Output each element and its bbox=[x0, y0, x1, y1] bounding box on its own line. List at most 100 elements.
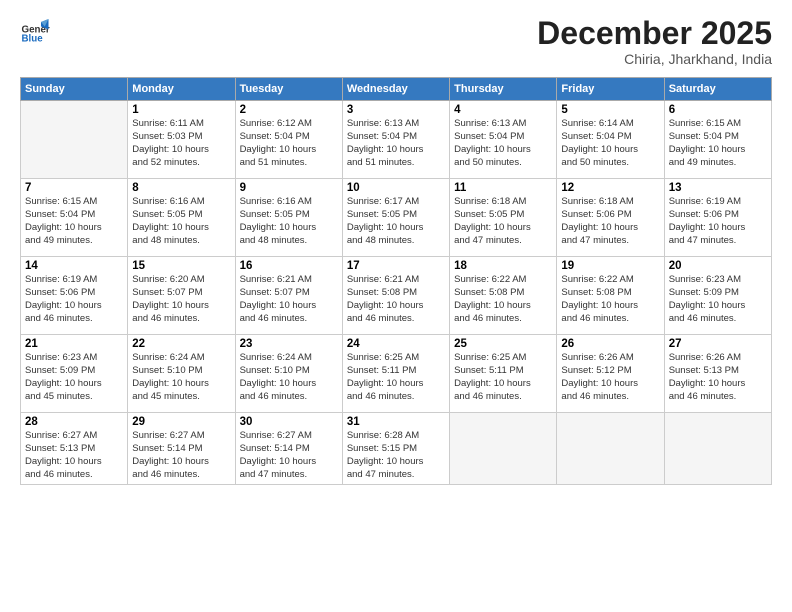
calendar-cell: 6 Sunrise: 6:15 AM Sunset: 5:04 PM Daylig… bbox=[664, 101, 771, 179]
days-header-row: SundayMondayTuesdayWednesdayThursdayFrid… bbox=[21, 78, 772, 101]
calendar-cell: 15Sunrise: 6:20 AM Sunset: 5:07 PM Dayli… bbox=[128, 257, 235, 335]
day-info: Sunrise: 6:27 AM Sunset: 5:13 PM Dayligh… bbox=[25, 430, 123, 481]
day-info: Sunrise: 6:25 AM Sunset: 5:11 PM Dayligh… bbox=[454, 352, 552, 403]
day-number: 5 bbox=[561, 104, 659, 116]
day-info: Sunrise: 6:14 AM Sunset: 5:04 PM Dayligh… bbox=[561, 118, 659, 169]
day-info: Sunrise: 6:19 AM Sunset: 5:06 PM Dayligh… bbox=[669, 196, 767, 247]
day-number: 4 bbox=[454, 104, 552, 116]
calendar-cell: 9 Sunrise: 6:16 AM Sunset: 5:05 PM Daylig… bbox=[235, 179, 342, 257]
page-header: General Blue December 2025 Chiria, Jhark… bbox=[20, 16, 772, 67]
day-number: 20 bbox=[669, 260, 767, 272]
calendar-cell: 16Sunrise: 6:21 AM Sunset: 5:07 PM Dayli… bbox=[235, 257, 342, 335]
day-info: Sunrise: 6:22 AM Sunset: 5:08 PM Dayligh… bbox=[454, 274, 552, 325]
calendar-cell: 14Sunrise: 6:19 AM Sunset: 5:06 PM Dayli… bbox=[21, 257, 128, 335]
day-number: 31 bbox=[347, 416, 445, 428]
day-header-tuesday: Tuesday bbox=[235, 78, 342, 101]
week-row-2: 7 Sunrise: 6:15 AM Sunset: 5:04 PM Daylig… bbox=[21, 179, 772, 257]
day-number: 9 bbox=[240, 182, 338, 194]
day-header-saturday: Saturday bbox=[664, 78, 771, 101]
day-info: Sunrise: 6:25 AM Sunset: 5:11 PM Dayligh… bbox=[347, 352, 445, 403]
day-info: Sunrise: 6:26 AM Sunset: 5:12 PM Dayligh… bbox=[561, 352, 659, 403]
calendar-cell: 27 Sunrise: 6:26 AM Sunset: 5:13 PM Dayli… bbox=[664, 335, 771, 413]
calendar-cell: 4 Sunrise: 6:13 AM Sunset: 5:04 PM Daylig… bbox=[450, 101, 557, 179]
day-number: 18 bbox=[454, 260, 552, 272]
day-info: Sunrise: 6:19 AM Sunset: 5:06 PM Dayligh… bbox=[25, 274, 123, 325]
day-number: 25 bbox=[454, 338, 552, 350]
calendar-cell: 18 Sunrise: 6:22 AM Sunset: 5:08 PM Dayli… bbox=[450, 257, 557, 335]
calendar-cell bbox=[557, 413, 664, 485]
day-info: Sunrise: 6:28 AM Sunset: 5:15 PM Dayligh… bbox=[347, 430, 445, 481]
day-info: Sunrise: 6:15 AM Sunset: 5:04 PM Dayligh… bbox=[25, 196, 123, 247]
calendar-cell: 8Sunrise: 6:16 AM Sunset: 5:05 PM Daylig… bbox=[128, 179, 235, 257]
calendar-cell bbox=[664, 413, 771, 485]
logo-icon: General Blue bbox=[20, 16, 50, 46]
week-row-3: 14Sunrise: 6:19 AM Sunset: 5:06 PM Dayli… bbox=[21, 257, 772, 335]
svg-text:Blue: Blue bbox=[22, 34, 44, 45]
day-info: Sunrise: 6:24 AM Sunset: 5:10 PM Dayligh… bbox=[132, 352, 230, 403]
day-number: 30 bbox=[240, 416, 338, 428]
week-row-1: 1 Sunrise: 6:11 AM Sunset: 5:03 PM Daylig… bbox=[21, 101, 772, 179]
title-block: December 2025 Chiria, Jharkhand, India bbox=[537, 16, 772, 67]
calendar-cell: 23Sunrise: 6:24 AM Sunset: 5:10 PM Dayli… bbox=[235, 335, 342, 413]
day-info: Sunrise: 6:15 AM Sunset: 5:04 PM Dayligh… bbox=[669, 118, 767, 169]
day-info: Sunrise: 6:13 AM Sunset: 5:04 PM Dayligh… bbox=[347, 118, 445, 169]
day-number: 11 bbox=[454, 182, 552, 194]
day-number: 16 bbox=[240, 260, 338, 272]
day-info: Sunrise: 6:16 AM Sunset: 5:05 PM Dayligh… bbox=[132, 196, 230, 247]
week-row-4: 21Sunrise: 6:23 AM Sunset: 5:09 PM Dayli… bbox=[21, 335, 772, 413]
location-subtitle: Chiria, Jharkhand, India bbox=[537, 51, 772, 67]
day-info: Sunrise: 6:23 AM Sunset: 5:09 PM Dayligh… bbox=[669, 274, 767, 325]
day-info: Sunrise: 6:27 AM Sunset: 5:14 PM Dayligh… bbox=[132, 430, 230, 481]
day-number: 6 bbox=[669, 104, 767, 116]
day-header-monday: Monday bbox=[128, 78, 235, 101]
logo: General Blue bbox=[20, 16, 54, 46]
day-number: 1 bbox=[132, 104, 230, 116]
calendar-cell: 13 Sunrise: 6:19 AM Sunset: 5:06 PM Dayli… bbox=[664, 179, 771, 257]
calendar-cell: 29Sunrise: 6:27 AM Sunset: 5:14 PM Dayli… bbox=[128, 413, 235, 485]
day-info: Sunrise: 6:26 AM Sunset: 5:13 PM Dayligh… bbox=[669, 352, 767, 403]
calendar-cell: 19 Sunrise: 6:22 AM Sunset: 5:08 PM Dayli… bbox=[557, 257, 664, 335]
calendar-table: SundayMondayTuesdayWednesdayThursdayFrid… bbox=[20, 77, 772, 485]
day-number: 13 bbox=[669, 182, 767, 194]
day-number: 27 bbox=[669, 338, 767, 350]
day-number: 3 bbox=[347, 104, 445, 116]
day-info: Sunrise: 6:18 AM Sunset: 5:06 PM Dayligh… bbox=[561, 196, 659, 247]
day-info: Sunrise: 6:18 AM Sunset: 5:05 PM Dayligh… bbox=[454, 196, 552, 247]
calendar-cell: 11 Sunrise: 6:18 AM Sunset: 5:05 PM Dayli… bbox=[450, 179, 557, 257]
calendar-cell: 22 Sunrise: 6:24 AM Sunset: 5:10 PM Dayli… bbox=[128, 335, 235, 413]
day-number: 17 bbox=[347, 260, 445, 272]
day-header-thursday: Thursday bbox=[450, 78, 557, 101]
day-header-friday: Friday bbox=[557, 78, 664, 101]
calendar-cell: 25 Sunrise: 6:25 AM Sunset: 5:11 PM Dayli… bbox=[450, 335, 557, 413]
day-number: 22 bbox=[132, 338, 230, 350]
day-number: 10 bbox=[347, 182, 445, 194]
day-number: 24 bbox=[347, 338, 445, 350]
day-info: Sunrise: 6:22 AM Sunset: 5:08 PM Dayligh… bbox=[561, 274, 659, 325]
calendar-cell: 24 Sunrise: 6:25 AM Sunset: 5:11 PM Dayli… bbox=[342, 335, 449, 413]
day-header-sunday: Sunday bbox=[21, 78, 128, 101]
month-title: December 2025 bbox=[537, 16, 772, 51]
calendar-cell: 7 Sunrise: 6:15 AM Sunset: 5:04 PM Daylig… bbox=[21, 179, 128, 257]
day-number: 7 bbox=[25, 182, 123, 194]
day-info: Sunrise: 6:21 AM Sunset: 5:08 PM Dayligh… bbox=[347, 274, 445, 325]
day-info: Sunrise: 6:13 AM Sunset: 5:04 PM Dayligh… bbox=[454, 118, 552, 169]
day-info: Sunrise: 6:17 AM Sunset: 5:05 PM Dayligh… bbox=[347, 196, 445, 247]
calendar-cell: 5 Sunrise: 6:14 AM Sunset: 5:04 PM Daylig… bbox=[557, 101, 664, 179]
day-number: 23 bbox=[240, 338, 338, 350]
day-info: Sunrise: 6:11 AM Sunset: 5:03 PM Dayligh… bbox=[132, 118, 230, 169]
calendar-cell: 2Sunrise: 6:12 AM Sunset: 5:04 PM Daylig… bbox=[235, 101, 342, 179]
calendar-cell: 20 Sunrise: 6:23 AM Sunset: 5:09 PM Dayli… bbox=[664, 257, 771, 335]
day-info: Sunrise: 6:27 AM Sunset: 5:14 PM Dayligh… bbox=[240, 430, 338, 481]
calendar-cell: 1 Sunrise: 6:11 AM Sunset: 5:03 PM Daylig… bbox=[128, 101, 235, 179]
day-number: 28 bbox=[25, 416, 123, 428]
calendar-cell: 21Sunrise: 6:23 AM Sunset: 5:09 PM Dayli… bbox=[21, 335, 128, 413]
day-info: Sunrise: 6:16 AM Sunset: 5:05 PM Dayligh… bbox=[240, 196, 338, 247]
calendar-cell: 17 Sunrise: 6:21 AM Sunset: 5:08 PM Dayli… bbox=[342, 257, 449, 335]
calendar-cell: 28 Sunrise: 6:27 AM Sunset: 5:13 PM Dayli… bbox=[21, 413, 128, 485]
day-info: Sunrise: 6:23 AM Sunset: 5:09 PM Dayligh… bbox=[25, 352, 123, 403]
day-info: Sunrise: 6:12 AM Sunset: 5:04 PM Dayligh… bbox=[240, 118, 338, 169]
calendar-cell: 3 Sunrise: 6:13 AM Sunset: 5:04 PM Daylig… bbox=[342, 101, 449, 179]
calendar-cell bbox=[21, 101, 128, 179]
day-number: 15 bbox=[132, 260, 230, 272]
day-number: 19 bbox=[561, 260, 659, 272]
